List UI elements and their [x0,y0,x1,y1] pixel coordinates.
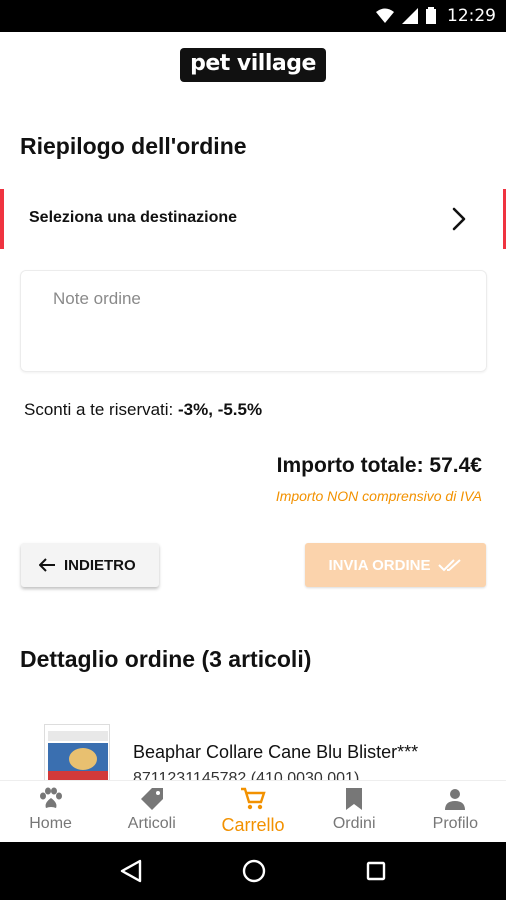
required-indicator-left [0,189,4,249]
status-icons [376,7,436,24]
bookmark-icon [346,788,363,810]
status-bar: 12:29 [0,0,506,32]
nav-item-home[interactable]: Home [1,781,101,842]
order-total: Importo totale: 57.4€ [276,454,482,477]
destination-selector[interactable]: Seleziona una destinazione [0,189,506,249]
double-check-icon [438,559,462,572]
discounts-text: Sconti a te riservati: -3%, -5.5% [24,400,262,420]
tag-icon [140,788,163,810]
nav-label-articoli: Articoli [127,815,176,832]
vat-note: Importo NON comprensivo di IVA [275,488,482,504]
nav-item-carrello[interactable]: Carrello [203,781,303,842]
nav-label-ordini: Ordini [332,815,376,832]
nav-label-home: Home [29,815,72,832]
arrow-left-icon [39,558,55,572]
page-title: Riepilogo dell'ordine [20,133,247,159]
cart-icon [240,787,266,810]
nav-label-profilo: Profilo [432,815,479,832]
list-item[interactable]: Beaphar Collare Cane Blu Blister*** 8711… [0,720,506,782]
recents-square-icon[interactable] [366,861,386,881]
nav-label-carrello: Carrello [221,815,285,835]
nav-item-articoli[interactable]: Articoli [102,781,202,842]
wifi-icon [376,8,394,23]
system-navigation-bar [0,842,506,900]
app-header: pet village [0,48,506,82]
back-button-label: INDIETRO [64,556,136,574]
nav-item-ordini[interactable]: Ordini [304,781,404,842]
chevron-right-icon [452,207,466,231]
order-notes-placeholder: Note ordine [53,289,141,308]
bottom-navigation: Home Articoli Carrello Ordini Profilo [0,780,506,842]
battery-icon [426,7,436,24]
discounts-value: -3%, -5.5% [178,400,263,419]
nav-item-profilo[interactable]: Profilo [405,781,505,842]
back-button[interactable]: INDIETRO [21,543,159,587]
person-icon [445,789,466,810]
send-order-button[interactable]: INVIA ORDINE [305,543,486,587]
paw-icon [39,787,62,808]
send-order-label: INVIA ORDINE [328,556,431,574]
product-image [44,724,110,782]
back-triangle-icon[interactable] [120,859,142,883]
signal-icon [402,7,418,24]
home-circle-icon[interactable] [242,859,266,883]
destination-label: Seleziona una destinazione [29,209,238,226]
order-notes-field[interactable]: Note ordine [20,270,487,372]
product-name: Beaphar Collare Cane Blu Blister*** [133,742,419,762]
pet-village-logo: pet village [180,48,326,82]
status-time: 12:29 [447,6,496,26]
order-detail-title: Dettaglio ordine (3 articoli) [20,646,312,672]
discounts-label: Sconti a te riservati: [24,400,174,419]
